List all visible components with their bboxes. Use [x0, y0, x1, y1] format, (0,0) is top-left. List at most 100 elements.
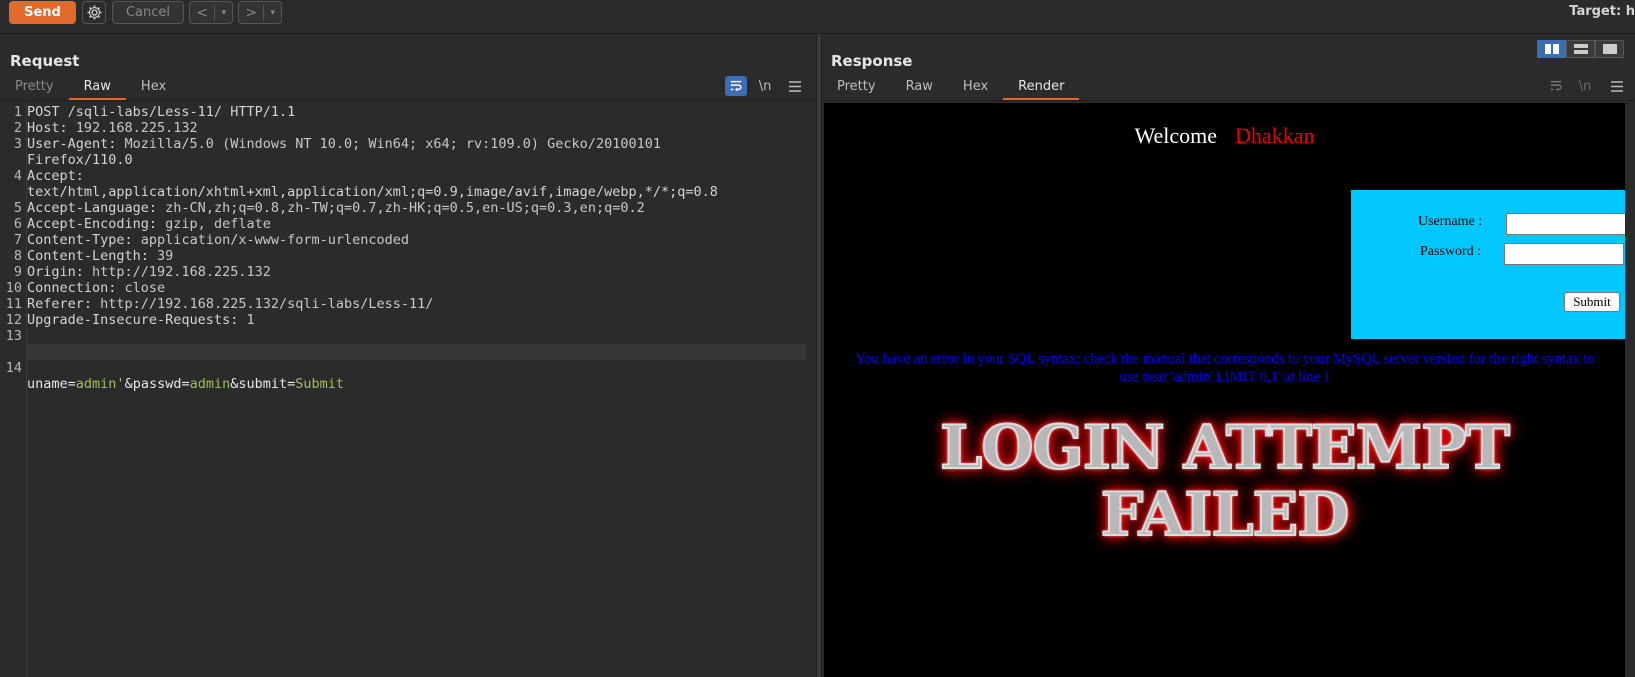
- param-value: admin: [189, 376, 231, 392]
- top-toolbar: Send Cancel < ▾ > ▾ Target: h: [0, 0, 1635, 34]
- forward-button[interactable]: > ▾: [238, 1, 282, 24]
- response-tabs-divider: [822, 100, 1635, 101]
- header-name: Accept-Language:: [27, 200, 158, 216]
- line-text[interactable]: Accept:: [27, 168, 84, 184]
- header-name: Host:: [27, 120, 68, 136]
- line-number: 13: [5, 328, 22, 344]
- columns-icon: [1544, 44, 1559, 54]
- line-number: 14: [5, 360, 22, 376]
- welcome-text: Welcome: [1134, 123, 1218, 148]
- gear-icon: [86, 5, 102, 20]
- request-body-line[interactable]: 14 uname=admin'&passwd=admin&submit=Subm…: [0, 344, 344, 392]
- current-line-highlight: [26, 344, 806, 360]
- line-text[interactable]: Host: 192.168.225.132: [27, 120, 198, 136]
- layout-top-bottom-button[interactable]: [1566, 40, 1595, 58]
- line-number: 11: [5, 296, 22, 312]
- line-text[interactable]: Content-Type: application/x-www-form-url…: [27, 232, 409, 248]
- hamburger-menu-icon: [789, 80, 801, 92]
- response-tab-pretty[interactable]: Pretty: [822, 78, 891, 100]
- rows-icon: [1573, 44, 1588, 54]
- header-name: User-Agent:: [27, 136, 117, 152]
- header-value: 192.168.225.132: [67, 120, 198, 136]
- header-name: Accept:: [27, 168, 84, 184]
- line-text[interactable]: Upgrade-Insecure-Requests: 1: [27, 312, 255, 328]
- response-menu-button[interactable]: [1606, 76, 1628, 96]
- header-value: http://192.168.225.132: [83, 264, 271, 280]
- line-number: 5: [13, 200, 22, 216]
- response-tab-render[interactable]: Render: [1003, 78, 1080, 100]
- line-number: 4: [13, 168, 22, 184]
- line-number: 6: [13, 216, 22, 232]
- header-name: Accept-Encoding:: [27, 216, 158, 232]
- header-value: zh-CN,zh;q=0.8,zh-TW;q=0.7,zh-HK;q=0.5,e…: [157, 200, 645, 216]
- layout-side-by-side-button[interactable]: [1537, 40, 1566, 58]
- line-text[interactable]: Accept-Encoding: gzip, deflate: [27, 216, 271, 232]
- header-name: Referer:: [27, 296, 93, 312]
- username-input[interactable]: [1506, 213, 1625, 235]
- request-tab-hex[interactable]: Hex: [126, 78, 181, 100]
- word-wrap-toggle[interactable]: [725, 76, 747, 96]
- pane-splitter[interactable]: [816, 34, 822, 677]
- password-input[interactable]: [1504, 243, 1624, 265]
- param-name: =: [67, 376, 76, 392]
- line-text[interactable]: User-Agent: Mozilla/5.0 (Windows NT 10.0…: [27, 136, 661, 152]
- header-value: close: [116, 280, 166, 296]
- sql-error-message: You have an error in your SQL syntax; ch…: [855, 351, 1595, 385]
- response-wrap-toggle[interactable]: [1545, 76, 1567, 96]
- line-text[interactable]: Content-Length: 39: [27, 248, 173, 264]
- submit-button[interactable]: Submit: [1564, 292, 1620, 312]
- request-body-text[interactable]: uname=admin'&passwd=admin&submit=Submit: [27, 376, 344, 392]
- line-number: 10: [5, 280, 22, 296]
- response-tab-hex[interactable]: Hex: [948, 78, 1003, 100]
- line-text[interactable]: POST /sqli-labs/Less-11/ HTTP/1.1: [27, 104, 295, 120]
- line-number: 7: [13, 232, 22, 248]
- header-value: application/x-www-form-urlencoded: [132, 232, 410, 248]
- forward-arrow-icon: >: [239, 4, 265, 21]
- line-number: 1: [13, 104, 22, 120]
- response-title: Response: [831, 52, 913, 70]
- response-newlines-toggle[interactable]: \n: [1574, 76, 1596, 96]
- line-text[interactable]: Origin: http://192.168.225.132: [27, 264, 271, 280]
- response-tabs: Pretty Raw Hex Render: [822, 78, 1080, 100]
- line-text[interactable]: Firefox/110.0: [27, 152, 133, 168]
- cancel-button[interactable]: Cancel: [112, 1, 184, 24]
- param-name: =: [181, 376, 190, 392]
- param-value: admin': [75, 376, 125, 392]
- header-name: Origin:: [27, 264, 84, 280]
- settings-gear-button[interactable]: [82, 1, 106, 24]
- password-label: Password :: [1420, 244, 1482, 259]
- response-tab-raw[interactable]: Raw: [891, 78, 948, 100]
- line-text[interactable]: Connection: close: [27, 280, 165, 296]
- param-value: Submit: [295, 376, 345, 392]
- back-dropdown-icon[interactable]: ▾: [215, 8, 232, 18]
- layout-tabs-button[interactable]: [1595, 40, 1624, 58]
- header-name: Content-Length:: [27, 248, 149, 264]
- forward-dropdown-icon[interactable]: ▾: [264, 8, 281, 18]
- line-number: 3: [13, 136, 22, 152]
- layout-toggle-group: [1537, 40, 1624, 58]
- request-tabs: Pretty Raw Hex: [0, 78, 181, 100]
- show-newlines-toggle[interactable]: \n: [754, 76, 776, 96]
- back-button[interactable]: < ▾: [189, 1, 233, 24]
- login-failed-banner-line2: FAILED: [1100, 479, 1351, 551]
- request-title: Request: [10, 52, 80, 70]
- request-menu-button[interactable]: [784, 76, 806, 96]
- param-name: &passwd: [124, 376, 182, 392]
- header-value: 1: [238, 312, 255, 328]
- header-name: Upgrade-Insecure-Requests:: [27, 312, 239, 328]
- line-text[interactable]: Referer: http://192.168.225.132/sqli-lab…: [27, 296, 433, 312]
- target-label[interactable]: Target: h: [1569, 4, 1635, 19]
- login-form: Username : Password :: [1351, 190, 1625, 339]
- wrap-icon: [730, 80, 742, 92]
- line-text[interactable]: text/html,application/xhtml+xml,applicat…: [27, 184, 718, 200]
- request-tabs-divider: [0, 100, 816, 101]
- request-tab-pretty[interactable]: Pretty: [0, 78, 69, 100]
- header-name: Content-Type:: [27, 232, 133, 248]
- rendered-response: Welcome Dhakkan Username : Password : Sub…: [824, 103, 1625, 677]
- header-name: Connection:: [27, 280, 117, 296]
- line-text[interactable]: Accept-Language: zh-CN,zh;q=0.8,zh-TW;q=…: [27, 200, 645, 216]
- request-editor[interactable]: 1 POST /sqli-labs/Less-11/ HTTP/1.1 2 Host:…: [0, 102, 816, 677]
- request-tab-raw[interactable]: Raw: [68, 78, 127, 100]
- param-name: &submit: [230, 376, 288, 392]
- send-button[interactable]: Send: [9, 1, 76, 24]
